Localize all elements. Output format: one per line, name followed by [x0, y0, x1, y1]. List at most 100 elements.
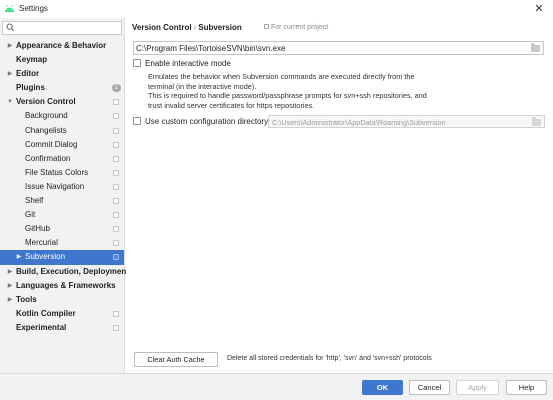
sidebar-item-label: Keymap [16, 55, 48, 65]
plugin-update-badge: 1 [112, 84, 121, 93]
project-scope-icon [113, 240, 119, 247]
sidebar-item-label: Issue Navigation [25, 181, 85, 191]
chevron-right-icon[interactable]: ▶ [7, 265, 13, 279]
settings-search[interactable] [2, 21, 122, 35]
project-scope-icon [113, 183, 119, 190]
apply-button[interactable]: Apply [456, 380, 499, 395]
project-scope-icon [113, 113, 119, 120]
main-panel: Version Control › Subversion For current p… [126, 18, 553, 373]
project-scope-icon [113, 99, 119, 106]
for-current-project-note: For current project [264, 24, 328, 31]
settings-sidebar: ▶ Appearance & Behavior Keymap ▶ Editor Plugi… [0, 18, 129, 373]
project-scope-icon [113, 155, 119, 162]
interactive-mode-option[interactable]: Enable interactive mode [133, 59, 231, 68]
breadcrumb-parent[interactable]: Version Control [132, 23, 192, 32]
cancel-button[interactable]: Cancel [409, 380, 450, 395]
sidebar-item-background[interactable]: Background [0, 109, 124, 123]
sidebar-item-label: GitHub [25, 224, 50, 234]
sidebar-item-label: Version Control [16, 97, 76, 107]
sidebar-item-tools[interactable]: ▶ Tools [0, 293, 124, 307]
sidebar-item-subversion[interactable]: ▶ Subversion [0, 250, 124, 265]
sidebar-item-label: Appearance & Behavior [16, 41, 107, 50]
config-directory-field [268, 115, 545, 128]
chevron-right-icon[interactable]: ▶ [7, 39, 13, 53]
project-scope-icon [113, 324, 119, 331]
browse-folder-icon[interactable] [531, 43, 540, 52]
sidebar-item-keymap[interactable]: Keymap [0, 53, 124, 67]
sidebar-item-kotlin-compiler[interactable]: Kotlin Compiler [0, 307, 124, 321]
for-project-label: For current project [271, 24, 329, 31]
description-line: terminal (in the interactive mode). [148, 81, 257, 91]
breadcrumb-separator: › [193, 23, 197, 32]
sidebar-item-languages-frameworks[interactable]: ▶ Languages & Frameworks [0, 279, 124, 293]
sidebar-item-mercurial[interactable]: Mercurial [0, 236, 124, 250]
dialog-footer: OK Cancel Apply Help [0, 373, 553, 400]
search-input[interactable] [17, 23, 117, 33]
sidebar-item-label: Commit Dialog [25, 139, 78, 149]
browse-folder-icon [532, 117, 541, 126]
chevron-down-icon[interactable]: ▼ [7, 95, 13, 109]
svn-path-input[interactable] [136, 43, 526, 53]
sidebar-item-label: Plugins [16, 83, 45, 93]
sidebar-item-git[interactable]: Git [0, 208, 124, 222]
sidebar-item-plugins[interactable]: Plugins 1 [0, 81, 124, 95]
search-icon [6, 23, 15, 36]
ok-button[interactable]: OK [362, 380, 403, 395]
settings-tree: ▶ Appearance & Behavior Keymap ▶ Editor Plugi… [0, 39, 129, 335]
custom-config-checkbox[interactable] [133, 117, 141, 125]
project-scope-icon [113, 310, 119, 317]
description-line: trust invalid server certificates for ht… [148, 100, 315, 110]
project-scope-icon [113, 169, 119, 176]
interactive-mode-checkbox[interactable] [133, 59, 141, 67]
breadcrumb: Version Control › Subversion [132, 23, 242, 32]
sidebar-item-editor[interactable]: ▶ Editor [0, 67, 124, 81]
project-scope-icon [113, 212, 119, 219]
chevron-right-icon[interactable]: ▶ [7, 279, 13, 293]
sidebar-item-build-execution-deployment[interactable]: ▶ Build, Execution, Deployment [0, 265, 129, 279]
sidebar-item-appearance-behavior[interactable]: ▶ Appearance & Behavior [0, 39, 124, 53]
svn-executable-field[interactable] [133, 41, 544, 55]
description-line: Emulates the behavior when Subversion co… [148, 72, 415, 81]
project-scope-icon [113, 141, 119, 148]
sidebar-item-label: Tools [16, 294, 37, 304]
sidebar-item-confirmation[interactable]: Confirmation [0, 152, 124, 166]
chevron-right-icon[interactable]: ▶ [16, 250, 22, 264]
sidebar-item-label: Mercurial [25, 238, 58, 248]
sidebar-item-label: Subversion [25, 252, 66, 262]
sidebar-item-shelf[interactable]: Shelf [0, 194, 124, 208]
project-scope-icon [113, 127, 119, 134]
config-directory-input [272, 117, 527, 127]
window-title: Settings [19, 4, 48, 13]
close-icon[interactable]: ✕ [531, 1, 547, 17]
chevron-right-icon[interactable]: ▶ [7, 67, 13, 81]
sidebar-item-label: File Status Colors [25, 167, 89, 177]
sidebar-item-label: Experimental [16, 322, 67, 332]
sidebar-item-changelists[interactable]: Changelists [0, 124, 124, 138]
interactive-mode-label: Enable interactive mode [145, 59, 231, 68]
android-icon [5, 4, 14, 12]
sidebar-item-version-control[interactable]: ▼ Version Control [0, 95, 124, 109]
sidebar-item-experimental[interactable]: Experimental [0, 321, 124, 335]
sidebar-item-label: Languages & Frameworks [16, 280, 116, 290]
sidebar-item-issue-navigation[interactable]: Issue Navigation [0, 180, 124, 194]
description-line: This is required to handle password/pass… [148, 91, 427, 100]
project-scope-icon [264, 24, 269, 29]
breadcrumb-current: Subversion [198, 23, 242, 32]
clear-auth-cache-button[interactable]: Clear Auth Cache [134, 352, 218, 367]
sidebar-item-label: Build, Execution, Deployment [16, 266, 129, 276]
sidebar-item-label: Git [25, 210, 36, 220]
custom-config-label: Use custom configuration directory: [145, 117, 271, 126]
sidebar-item-label: Confirmation [25, 153, 71, 163]
project-scope-icon [113, 254, 119, 261]
sidebar-item-label: Editor [16, 69, 40, 79]
custom-config-option[interactable]: Use custom configuration directory: [133, 117, 270, 126]
help-button[interactable]: Help [506, 380, 547, 395]
sidebar-item-commit-dialog[interactable]: Commit Dialog [0, 138, 124, 152]
sidebar-item-github[interactable]: GitHub [0, 222, 124, 236]
sidebar-item-label: Kotlin Compiler [16, 308, 76, 318]
project-scope-icon [113, 226, 119, 233]
project-scope-icon [113, 198, 119, 205]
sidebar-item-file-status-colors[interactable]: File Status Colors [0, 166, 124, 180]
chevron-right-icon[interactable]: ▶ [7, 293, 13, 307]
sidebar-item-label: Background [25, 111, 68, 121]
